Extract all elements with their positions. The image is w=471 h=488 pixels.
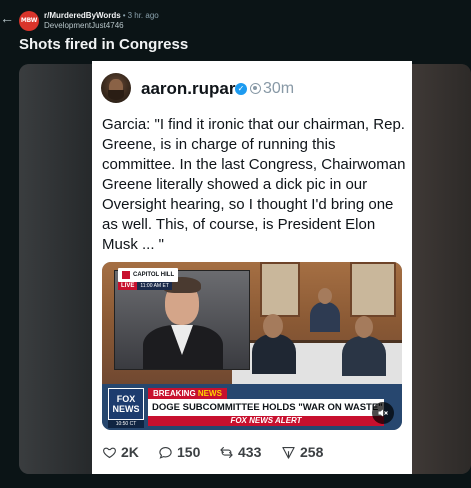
share-icon [282, 446, 295, 459]
live-label: LIVE [118, 282, 138, 290]
tweet-text: Garcia: "I find it ironic that our chair… [102, 116, 406, 253]
share-count: 258 [300, 444, 324, 460]
circle-icon [250, 83, 261, 94]
like-count: 2K [121, 444, 139, 460]
tweet-author-avatar [101, 73, 131, 103]
live-badge: LIVE 11:00 AM ET [118, 282, 172, 290]
mute-icon-glyph [378, 409, 388, 417]
member-figure [310, 302, 340, 332]
share-action[interactable]: 258 [281, 442, 323, 462]
media-blur-background-left [19, 64, 92, 474]
repost-count: 433 [238, 444, 262, 460]
network-time: 10:50 CT [108, 420, 144, 428]
post-meta: r/MurderedByWords • 3 hr. ago [44, 11, 159, 21]
member-head [318, 288, 332, 304]
heart-icon [103, 447, 116, 458]
embedded-tweet-image[interactable]: aaron.rupar ✓ 30m Garcia: "I find it iro… [92, 61, 412, 474]
room-window [260, 262, 300, 317]
room-window [350, 262, 396, 317]
congressman-figure [252, 334, 296, 374]
breaking-news-tag: BREAKING NEWS [148, 388, 227, 399]
capitol-hill-badge: CAPITOL HILL [118, 268, 179, 282]
capitol-icon [122, 271, 130, 279]
post-timestamp: 3 hr. ago [127, 11, 159, 20]
news-headline: DOGE SUBCOMMITTEE HOLDS "WAR ON WASTE" H… [148, 399, 384, 416]
network-logo-line1: FOX [116, 394, 136, 404]
staffer-head [355, 316, 373, 338]
reply-action[interactable]: 150 [158, 442, 200, 462]
verified-badge-icon: ✓ [235, 83, 247, 95]
mute-icon[interactable] [372, 402, 394, 424]
breaking-suffix: NEWS [197, 389, 222, 398]
repost-action[interactable]: 433 [219, 442, 261, 462]
tweet-timestamp: 30m [263, 80, 295, 97]
news-lower-third: FOX NEWS 10:50 CT BREAKING NEWS DOGE SUB… [102, 384, 402, 430]
post-header: ← MBW r/MurderedByWords • 3 hr. ago Develo… [0, 0, 471, 34]
meta-separator: • [122, 11, 126, 20]
subreddit-avatar[interactable]: MBW [19, 11, 39, 31]
tweet-author-handle: aaron.rupar [141, 79, 236, 98]
reply-count: 150 [177, 444, 201, 460]
staffer-figure [342, 336, 386, 376]
live-time: 11:00 AM ET [137, 282, 172, 290]
post-author-link[interactable]: DevelopmentJust4746 [44, 21, 124, 31]
hearing-room-scene: CAPITOL HILL LIVE 11:00 AM ET [102, 262, 402, 392]
media-blur-background-right [411, 64, 471, 474]
reply-icon [159, 446, 172, 459]
network-logo: FOX NEWS [108, 388, 144, 420]
subreddit-link[interactable]: r/MurderedByWords [44, 11, 121, 20]
post-title[interactable]: Shots fired in Congress [19, 36, 188, 54]
congressman-head [263, 314, 283, 338]
breaking-prefix: BREAKING [153, 389, 196, 398]
network-logo-line2: NEWS [112, 404, 140, 414]
tweet-video: CAPITOL HILL LIVE 11:00 AM ET FOX NEWS 1… [102, 262, 402, 430]
avatar-beard [108, 90, 124, 100]
tweet-actions: 2K 150 433 258 [102, 442, 402, 462]
repost-icon [220, 446, 233, 458]
like-action[interactable]: 2K [102, 442, 139, 462]
capitol-hill-label: CAPITOL HILL [133, 272, 175, 278]
news-alert: FOX NEWS ALERT [148, 416, 384, 426]
back-arrow-icon[interactable]: ← [0, 10, 14, 26]
